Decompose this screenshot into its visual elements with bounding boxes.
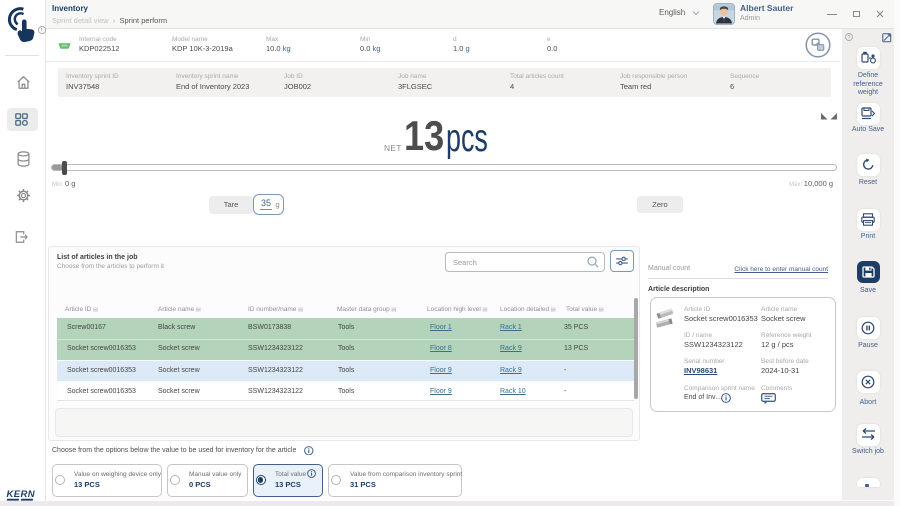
- svg-text:?: ?: [848, 35, 851, 41]
- svg-text:KERN: KERN: [7, 489, 36, 500]
